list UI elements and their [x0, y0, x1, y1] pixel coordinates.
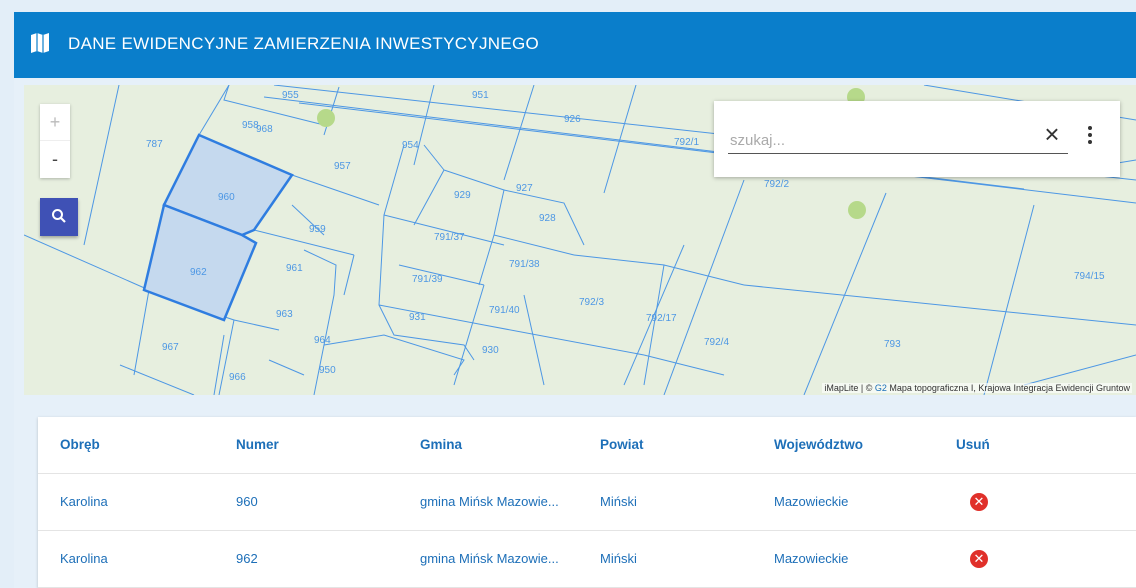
app-frame: DANE EWIDENCYJNE ZAMIERZENIA INWESTYCYJN…	[14, 12, 1136, 588]
parcel-label-955[interactable]: 955	[282, 90, 299, 101]
search-input[interactable]	[728, 125, 1032, 155]
delete-icon[interactable]: ✕	[970, 550, 988, 568]
page-header: DANE EWIDENCYJNE ZAMIERZENIA INWESTYCYJN…	[14, 12, 1136, 78]
zoom-out-button[interactable]: -	[40, 141, 70, 177]
parcel-label-791-39[interactable]: 791/39	[412, 274, 443, 285]
parcel-label-791-40[interactable]: 791/40	[489, 305, 520, 316]
parcel-label-792-3[interactable]: 792/3	[579, 297, 604, 308]
column-header-usun: Usuń	[956, 437, 990, 452]
map-attribution: iMapLite | © G2 Mapa topograficzna I, Kr…	[822, 383, 1132, 393]
search-underline	[728, 153, 1068, 154]
parcel-label-960[interactable]: 960	[218, 192, 235, 203]
column-header-obreb: Obręb	[60, 437, 100, 452]
parcel-label-794-15[interactable]: 794/15	[1074, 271, 1105, 282]
cell-wojewodztwo: Mazowieckie	[774, 494, 849, 509]
attribution-text: Mapa topograficzna I, Krajowa Integracja…	[886, 383, 1130, 393]
cell-obreb: Karolina	[60, 494, 108, 509]
parcel-label-792-2[interactable]: 792/2	[764, 179, 789, 190]
cell-obreb: Karolina	[60, 551, 108, 566]
search-panel: ×	[714, 101, 1120, 177]
parcel-label-963[interactable]: 963	[276, 309, 293, 320]
cell-gmina: gmina Mińsk Mazowie...	[420, 551, 559, 566]
cell-wojewodztwo: Mazowieckie	[774, 551, 849, 566]
parcels-table: Obręb Numer Gmina Powiat Województwo Usu…	[38, 417, 1136, 588]
parcel-label-791-38[interactable]: 791/38	[509, 259, 540, 270]
cell-powiat: Miński	[600, 551, 637, 566]
parcel-label-931[interactable]: 931	[409, 312, 426, 323]
parcel-label-792-1[interactable]: 792/1	[674, 137, 699, 148]
page-title: DANE EWIDENCYJNE ZAMIERZENIA INWESTYCYJN…	[68, 34, 540, 53]
map-icon	[31, 33, 49, 53]
column-header-wojewodztwo: Województwo	[774, 437, 863, 452]
search-icon	[52, 209, 66, 223]
parcel-label-966[interactable]: 966	[229, 372, 246, 383]
column-header-powiat: Powiat	[600, 437, 644, 452]
table-row[interactable]: Karolina 960 gmina Mińsk Mazowie... Mińs…	[38, 474, 1136, 531]
parcel-label-962[interactable]: 962	[190, 267, 207, 278]
column-header-gmina: Gmina	[420, 437, 463, 452]
parcel-label-928[interactable]: 928	[539, 213, 556, 224]
parcel-label-961[interactable]: 961	[286, 263, 303, 274]
map-view[interactable]: 955 951 958 968 954 926 792/1 787 957 960 929 927 92…	[24, 85, 1136, 395]
more-vert-icon[interactable]	[1082, 123, 1098, 149]
cell-numer: 960	[236, 494, 258, 509]
attribution-g2-link[interactable]: G2	[875, 383, 887, 393]
parcel-label-792-17[interactable]: 792/17	[646, 313, 677, 324]
cell-gmina: gmina Mińsk Mazowie...	[420, 494, 559, 509]
parcel-label-950[interactable]: 950	[319, 365, 336, 376]
attribution-prefix: iMapLite | ©	[824, 383, 875, 393]
parcel-label-951[interactable]: 951	[472, 90, 489, 101]
parcel-label-792-4[interactable]: 792/4	[704, 337, 729, 348]
parcel-label-929[interactable]: 929	[454, 190, 471, 201]
parcel-label-959[interactable]: 959	[309, 224, 326, 235]
selected-parcels[interactable]	[142, 133, 294, 322]
delete-icon[interactable]: ✕	[970, 493, 988, 511]
cell-numer: 962	[236, 551, 258, 566]
table-row[interactable]: Karolina 962 gmina Mińsk Mazowie... Mińs…	[38, 531, 1136, 588]
parcel-label-927[interactable]: 927	[516, 183, 533, 194]
zoom-controls: + -	[40, 104, 70, 178]
map-search-button[interactable]	[40, 198, 78, 236]
parcel-label-930[interactable]: 930	[482, 345, 499, 356]
parcel-label-787[interactable]: 787	[146, 139, 163, 150]
cell-powiat: Miński	[600, 494, 637, 509]
close-icon[interactable]: ×	[1040, 121, 1064, 147]
parcel-label-968[interactable]: 968	[256, 124, 273, 135]
table-header-row: Obręb Numer Gmina Powiat Województwo Usu…	[38, 417, 1136, 474]
parcel-label-967[interactable]: 967	[162, 342, 179, 353]
parcel-label-957[interactable]: 957	[334, 161, 351, 172]
parcel-label-954[interactable]: 954	[402, 140, 419, 151]
parcel-label-926[interactable]: 926	[564, 114, 581, 125]
parcel-label-793[interactable]: 793	[884, 339, 901, 350]
parcel-label-964[interactable]: 964	[314, 335, 331, 346]
column-header-numer: Numer	[236, 437, 279, 452]
parcel-label-791-37[interactable]: 791/37	[434, 232, 465, 243]
zoom-in-button[interactable]: +	[40, 104, 70, 141]
